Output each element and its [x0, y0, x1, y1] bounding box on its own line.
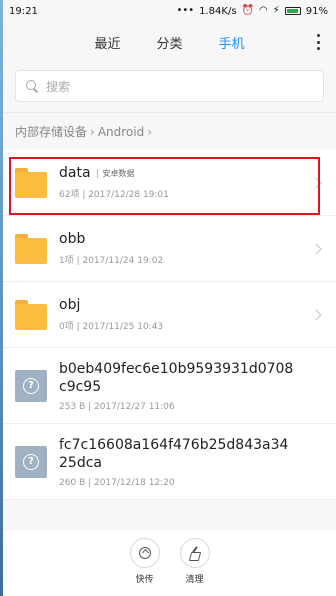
list-item-obj[interactable]: obj 0项 | 2017/11/25 10:43	[3, 282, 336, 348]
search-input[interactable]: 搜索	[15, 70, 324, 102]
status-time: 19:21	[9, 5, 38, 17]
list-item-file[interactable]: ? b0eb409fec6e10b9593931d0708c9c95 253 B…	[3, 348, 336, 424]
file-name: obb	[59, 231, 86, 247]
file-name: obj	[59, 297, 81, 313]
bottom-action-bar: 快传 清理	[3, 530, 336, 596]
tab-category[interactable]: 分类	[156, 33, 182, 52]
folder-tag: 安卓数据	[96, 168, 135, 178]
file-list: data 安卓数据 62项 | 2017/12/28 19:01 obb 1项 …	[3, 150, 336, 500]
file-name: fc7c16608a164f476b25d843a3425dca	[59, 436, 289, 471]
file-meta: 253 B | 2017/12/27 11:06	[59, 401, 175, 412]
unknown-file-icon: ?	[15, 445, 47, 478]
file-meta: 260 B | 2017/12/18 12:20	[59, 477, 175, 488]
breadcrumb-separator-icon: ›	[90, 124, 95, 139]
list-item-data[interactable]: data 安卓数据 62项 | 2017/12/28 19:01	[3, 150, 336, 216]
wifi-icon: ◠	[259, 5, 268, 16]
folder-icon	[15, 233, 47, 264]
clean-label: 清理	[185, 575, 204, 585]
list-item-file[interactable]: ? fc7c16608a164f476b25d843a3425dca 260 B…	[3, 424, 336, 500]
battery-icon	[284, 7, 301, 15]
breadcrumb: 内部存储设备 › Android ›	[3, 112, 336, 150]
search-container: 搜索	[3, 62, 336, 112]
search-icon	[26, 80, 38, 92]
folder-icon	[15, 167, 47, 198]
file-manager-screen: 19:21 ••• 1.84K/s ⏰ ◠ ⚡ 91% 最近 分类 手机 搜索 …	[3, 0, 336, 596]
file-name: data	[59, 165, 91, 181]
breadcrumb-android[interactable]: Android	[98, 125, 144, 139]
file-meta: 62项 | 2017/12/28 19:01	[59, 190, 169, 200]
search-placeholder: 搜索	[46, 79, 71, 94]
list-item-obb[interactable]: obb 1项 | 2017/11/24 19:02	[3, 216, 336, 282]
clean-button[interactable]: 清理	[179, 538, 210, 596]
charging-icon: ⚡	[272, 5, 280, 16]
file-name: b0eb409fec6e10b9593931d0708c9c95	[59, 360, 294, 395]
broom-icon	[188, 546, 202, 560]
tab-bar: 最近 分类 手机	[3, 22, 336, 62]
more-menu-icon[interactable]	[316, 34, 320, 50]
folder-icon	[15, 299, 47, 330]
alarm-icon: ⏰	[241, 5, 254, 16]
file-meta: 1项 | 2017/11/24 19:02	[59, 256, 164, 266]
network-speed: 1.84K/s	[199, 5, 237, 17]
send-label: 快传	[135, 575, 154, 585]
status-bar: 19:21 ••• 1.84K/s ⏰ ◠ ⚡ 91%	[3, 0, 336, 22]
tab-recent[interactable]: 最近	[94, 33, 120, 52]
file-meta: 0项 | 2017/11/25 10:43	[59, 322, 164, 332]
send-button[interactable]: 快传	[129, 538, 160, 596]
tab-phone[interactable]: 手机	[219, 33, 245, 52]
status-icons: ••• 1.84K/s ⏰ ◠ ⚡ 91%	[176, 6, 328, 17]
breadcrumb-internal-storage[interactable]: 内部存储设备	[15, 123, 87, 140]
send-icon	[138, 547, 151, 559]
unknown-file-icon: ?	[15, 369, 47, 402]
battery-level: 91%	[305, 5, 328, 17]
signal-dots-icon: •••	[176, 5, 195, 16]
breadcrumb-separator-icon: ›	[147, 124, 153, 139]
